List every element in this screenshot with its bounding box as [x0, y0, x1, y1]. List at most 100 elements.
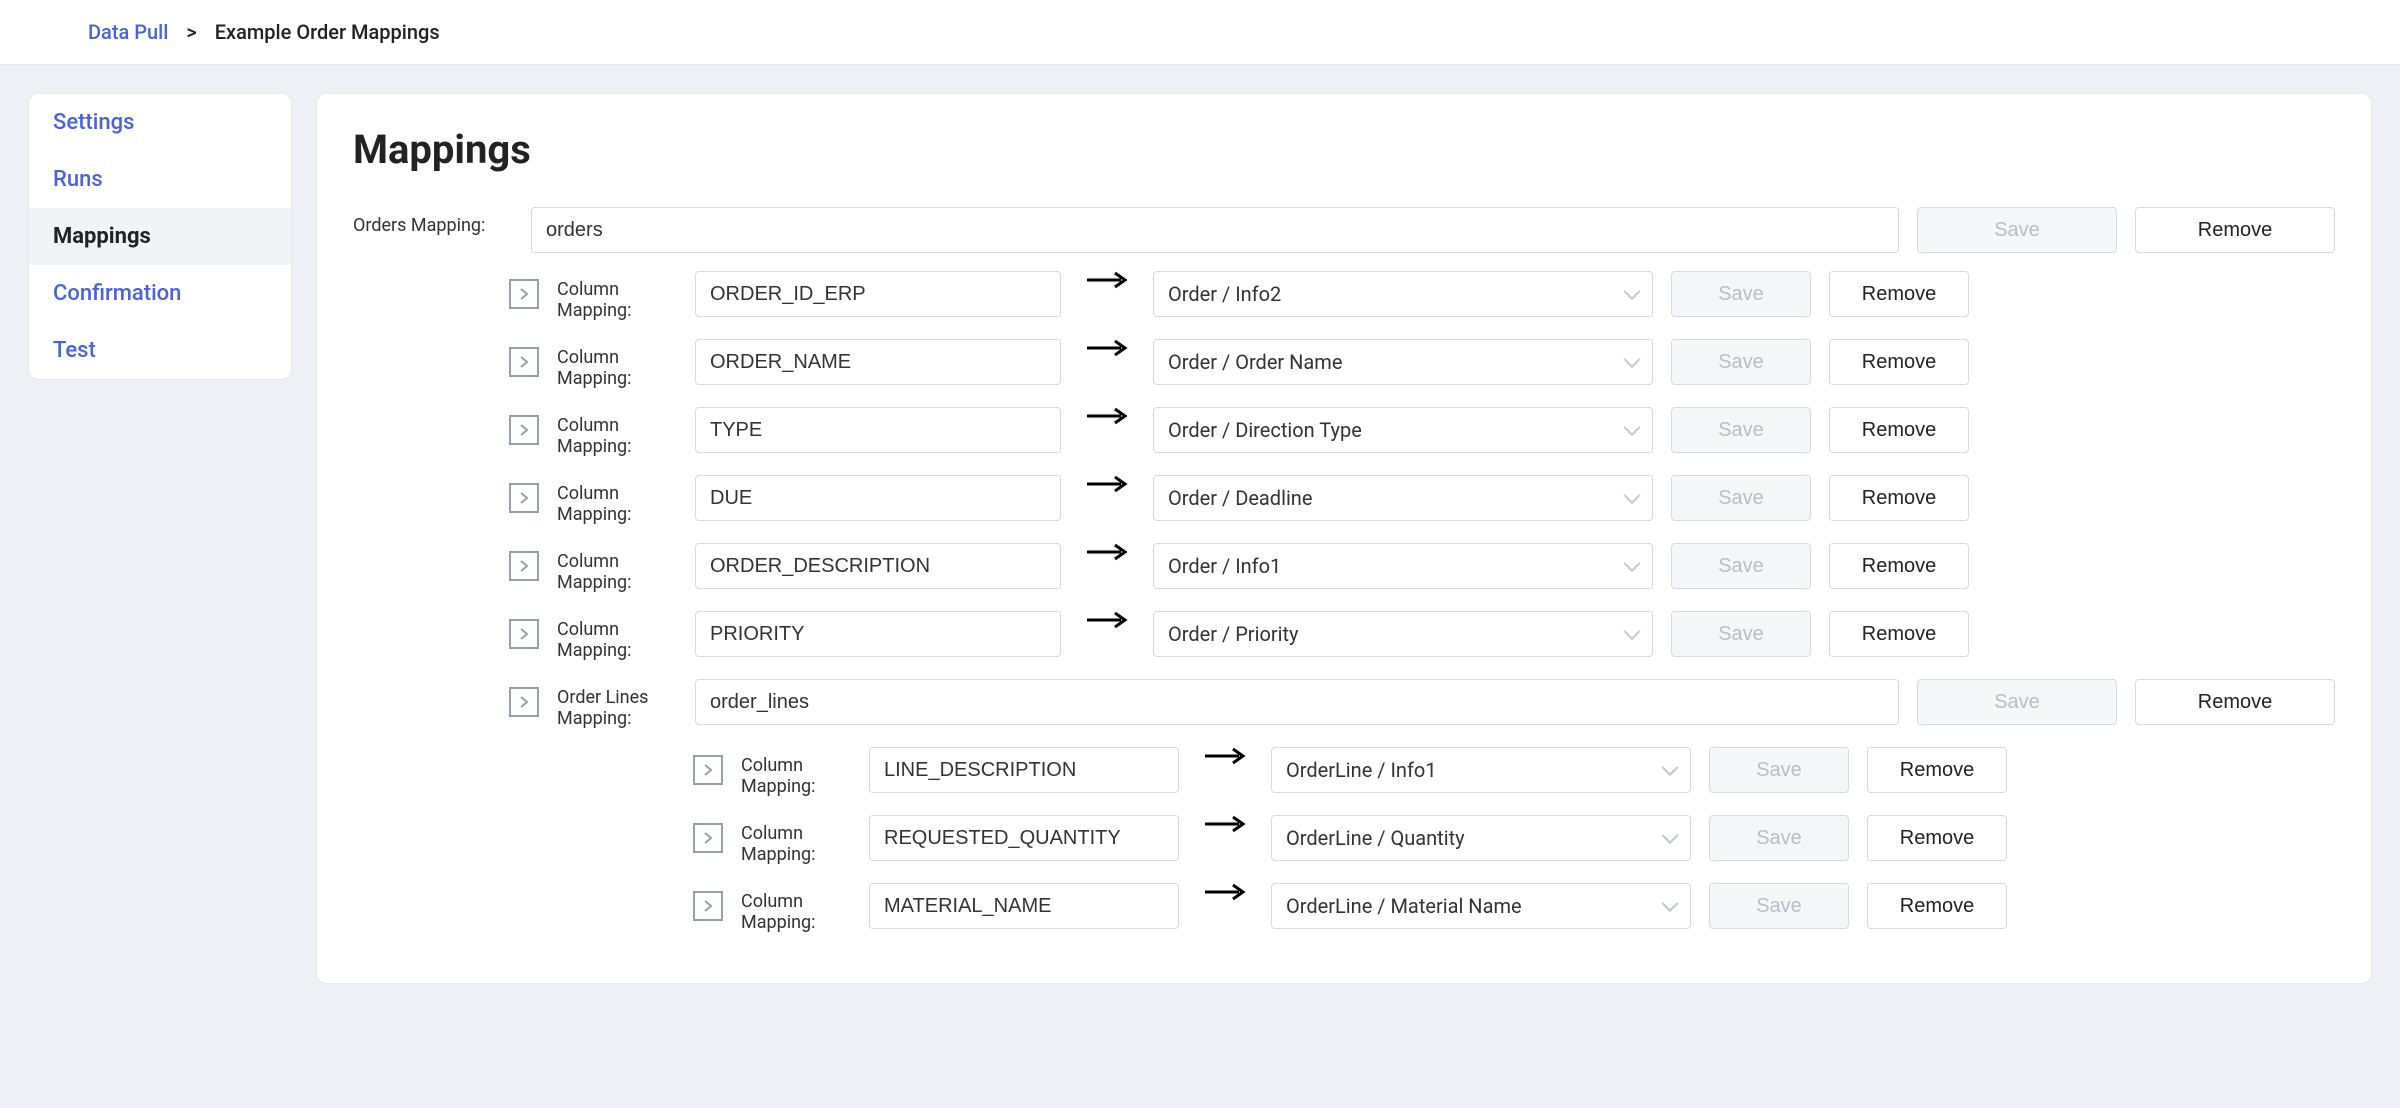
save-button[interactable]: Save — [1917, 679, 2117, 725]
line-source-input[interactable] — [869, 747, 1179, 793]
column-target-value: Order / Info2 — [1168, 282, 1281, 306]
column-mapping-label: Column Mapping: — [557, 475, 677, 525]
remove-button[interactable]: Remove — [1867, 815, 2007, 861]
save-button[interactable]: Save — [1709, 883, 1849, 929]
column-source-input[interactable] — [695, 271, 1061, 317]
expand-button[interactable] — [693, 755, 723, 785]
column-mapping-row: Column Mapping: Order / Deadline Save Remov… — [509, 475, 2335, 525]
line-target-value: OrderLine / Info1 — [1286, 758, 1437, 782]
expand-button[interactable] — [509, 279, 539, 309]
expand-button[interactable] — [509, 687, 539, 717]
column-mapping-label: Column Mapping: — [557, 339, 677, 389]
remove-button[interactable]: Remove — [1829, 339, 1969, 385]
remove-button[interactable]: Remove — [1829, 271, 1969, 317]
save-button[interactable]: Save — [1709, 747, 1849, 793]
column-source-input[interactable] — [695, 611, 1061, 657]
column-source-input[interactable] — [695, 543, 1061, 589]
column-source-input[interactable] — [695, 407, 1061, 453]
column-mapping-label: Column Mapping: — [557, 407, 677, 457]
order-lines-mapping-label: Order Lines Mapping: — [557, 679, 677, 729]
arrow-right-icon — [1197, 815, 1253, 833]
breadcrumb-root-link[interactable]: Data Pull — [88, 20, 168, 44]
column-mapping-row: Column Mapping: Order / Info2 Save Remove — [509, 271, 2335, 321]
order-lines-mapping-row: Order Lines Mapping: Save Remove — [509, 679, 2335, 729]
expand-button[interactable] — [693, 823, 723, 853]
column-mapping-row: Column Mapping: Order / Direction Type Sav… — [509, 407, 2335, 457]
remove-button[interactable]: Remove — [1829, 543, 1969, 589]
remove-button[interactable]: Remove — [1829, 475, 1969, 521]
remove-button[interactable]: Remove — [2135, 679, 2335, 725]
remove-button[interactable]: Remove — [1829, 407, 1969, 453]
save-button[interactable]: Save — [1671, 543, 1811, 589]
line-target-value: OrderLine / Quantity — [1286, 826, 1465, 850]
column-mapping-label: Column Mapping: — [741, 815, 851, 865]
remove-button[interactable]: Remove — [1829, 611, 1969, 657]
column-target-select[interactable]: Order / Direction Type — [1153, 407, 1653, 453]
save-button[interactable]: Save — [1671, 475, 1811, 521]
column-target-select[interactable]: Order / Deadline — [1153, 475, 1653, 521]
save-button[interactable]: Save — [1671, 407, 1811, 453]
line-source-input[interactable] — [869, 815, 1179, 861]
column-source-input[interactable] — [695, 475, 1061, 521]
expand-button[interactable] — [509, 347, 539, 377]
save-button[interactable]: Save — [1671, 339, 1811, 385]
orders-mapping-input[interactable] — [531, 207, 1899, 253]
remove-button[interactable]: Remove — [1867, 883, 2007, 929]
sidebar-item-runs[interactable]: Runs — [29, 151, 291, 208]
expand-button[interactable] — [509, 415, 539, 445]
sidebar-item-mappings[interactable]: Mappings — [29, 208, 291, 265]
arrow-right-icon — [1079, 475, 1135, 493]
line-target-value: OrderLine / Material Name — [1286, 894, 1522, 918]
column-mapping-label: Column Mapping: — [741, 747, 851, 797]
sidebar-item-confirmation[interactable]: Confirmation — [29, 265, 291, 322]
line-mapping-row: Column Mapping: OrderLine / Info1 Save Remo… — [693, 747, 2335, 797]
remove-button[interactable]: Remove — [2135, 207, 2335, 253]
line-mapping-row: Column Mapping: OrderLine / Quantity Save R… — [693, 815, 2335, 865]
order-lines-mapping-input[interactable] — [695, 679, 1899, 725]
line-target-select[interactable]: OrderLine / Quantity — [1271, 815, 1691, 861]
column-target-value: Order / Priority — [1168, 622, 1299, 646]
column-target-select[interactable]: Order / Info2 — [1153, 271, 1653, 317]
save-button[interactable]: Save — [1917, 207, 2117, 253]
arrow-right-icon — [1197, 747, 1253, 765]
page-title: Mappings — [353, 126, 2335, 173]
line-target-select[interactable]: OrderLine / Material Name — [1271, 883, 1691, 929]
arrow-right-icon — [1079, 271, 1135, 289]
sidebar-item-settings[interactable]: Settings — [29, 94, 291, 151]
line-target-select[interactable]: OrderLine / Info1 — [1271, 747, 1691, 793]
column-target-select[interactable]: Order / Priority — [1153, 611, 1653, 657]
sidebar-item-test[interactable]: Test — [29, 322, 291, 379]
line-mapping-row: Column Mapping: OrderLine / Material Name… — [693, 883, 2335, 933]
column-target-value: Order / Order Name — [1168, 350, 1342, 374]
expand-button[interactable] — [509, 483, 539, 513]
breadcrumb-current: Example Order Mappings — [215, 20, 440, 44]
arrow-right-icon — [1079, 407, 1135, 425]
arrow-right-icon — [1079, 611, 1135, 629]
remove-button[interactable]: Remove — [1867, 747, 2007, 793]
expand-button[interactable] — [509, 551, 539, 581]
column-mapping-label: Column Mapping: — [557, 611, 677, 661]
save-button[interactable]: Save — [1709, 815, 1849, 861]
column-mapping-row: Column Mapping: Order / Order Name Save Rem… — [509, 339, 2335, 389]
breadcrumb-separator: > — [186, 20, 196, 44]
column-target-value: Order / Info1 — [1168, 554, 1281, 578]
column-target-select[interactable]: Order / Info1 — [1153, 543, 1653, 589]
main-panel: Mappings Orders Mapping: Save Remove Col… — [316, 93, 2372, 984]
orders-mapping-row: Orders Mapping: Save Remove — [353, 207, 2335, 253]
save-button[interactable]: Save — [1671, 611, 1811, 657]
column-target-value: Order / Direction Type — [1168, 418, 1362, 442]
column-mapping-label: Column Mapping: — [557, 271, 677, 321]
column-mapping-row: Column Mapping: Order / Info1 Save Remove — [509, 543, 2335, 593]
column-mapping-row: Column Mapping: Order / Priority Save Remov… — [509, 611, 2335, 661]
column-target-select[interactable]: Order / Order Name — [1153, 339, 1653, 385]
sidebar: Settings Runs Mappings Confirmation Test — [28, 93, 292, 380]
save-button[interactable]: Save — [1671, 271, 1811, 317]
column-source-input[interactable] — [695, 339, 1061, 385]
expand-button[interactable] — [509, 619, 539, 649]
column-mapping-label: Column Mapping: — [741, 883, 851, 933]
line-source-input[interactable] — [869, 883, 1179, 929]
column-mapping-label: Column Mapping: — [557, 543, 677, 593]
arrow-right-icon — [1079, 543, 1135, 561]
expand-button[interactable] — [693, 891, 723, 921]
breadcrumb: Data Pull > Example Order Mappings — [0, 0, 2400, 65]
